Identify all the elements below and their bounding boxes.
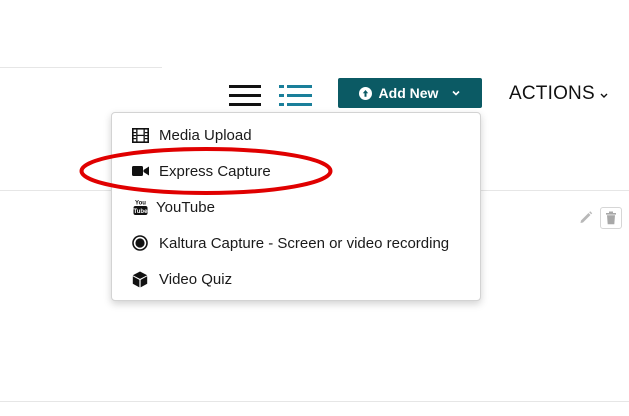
film-icon (131, 126, 149, 144)
trash-icon (606, 211, 616, 225)
pencil-icon (580, 211, 593, 223)
upload-circle-icon (358, 86, 372, 100)
menu-item-label: Express Capture (159, 162, 271, 180)
menu-item-media-upload[interactable]: Media Upload (112, 117, 480, 153)
record-icon (131, 234, 149, 252)
svg-text:You: You (135, 201, 146, 207)
hamburger-icon (229, 85, 261, 106)
menu-item-video-quiz[interactable]: Video Quiz (112, 261, 480, 297)
chevron-down-icon (600, 93, 608, 98)
divider-top (0, 67, 162, 68)
menu-item-kaltura-capture[interactable]: Kaltura Capture - Screen or video record… (112, 225, 480, 261)
cube-icon (131, 270, 149, 288)
youtube-icon: You Tube (131, 198, 149, 216)
detailed-list-icon (279, 85, 312, 106)
chevron-down-icon (452, 90, 461, 96)
edit-button[interactable] (578, 209, 594, 225)
menu-item-label: Media Upload (159, 126, 252, 144)
video-camera-icon (131, 162, 149, 180)
add-new-label: Add New (378, 85, 439, 101)
divider-bottom (0, 401, 629, 402)
add-new-dropdown-menu: Media Upload Express Capture You Tube Yo… (111, 112, 481, 301)
add-new-button[interactable]: Add New (338, 78, 482, 108)
menu-item-label: Video Quiz (159, 270, 233, 288)
menu-item-youtube[interactable]: You Tube YouTube (112, 189, 480, 225)
menu-item-express-capture[interactable]: Express Capture (112, 153, 480, 189)
svg-text:Tube: Tube (133, 209, 147, 215)
list-view-button[interactable] (229, 84, 263, 108)
actions-menu-button[interactable]: ACTIONS (509, 82, 609, 106)
delete-button[interactable] (600, 207, 622, 229)
menu-item-label: Kaltura Capture - Screen or video record… (159, 234, 450, 252)
actions-label: ACTIONS (509, 83, 595, 104)
menu-item-label: YouTube (156, 198, 215, 216)
detailed-view-button[interactable] (279, 84, 313, 108)
